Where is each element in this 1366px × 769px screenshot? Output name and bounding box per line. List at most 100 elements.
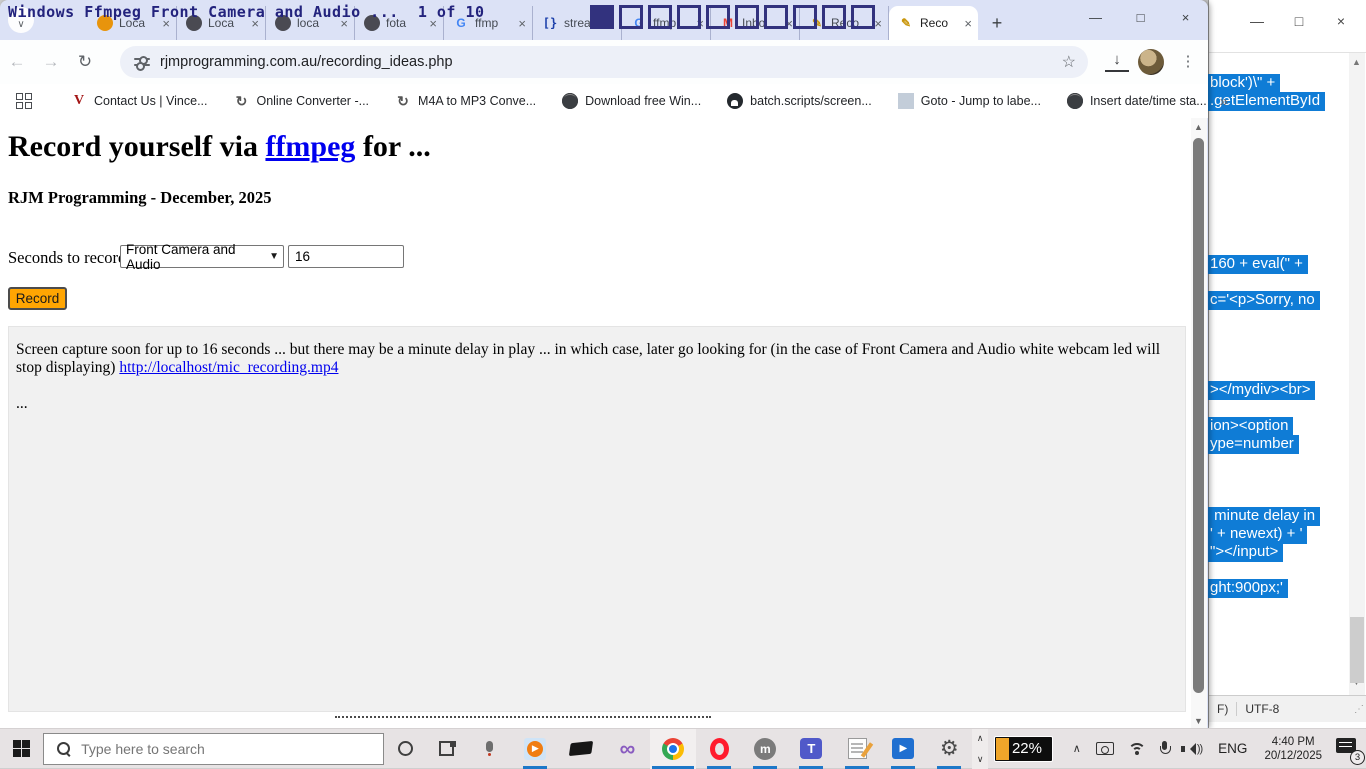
apps-grid-icon[interactable]: [16, 93, 32, 109]
time-text: 4:40 PM: [1272, 736, 1315, 748]
system-tray: ∧ )) ENG 4:40 PM 20/12/2025 3: [1065, 729, 1366, 769]
selected-code-fragment: ght:900px;': [1208, 579, 1288, 598]
task-view-button[interactable]: [427, 729, 466, 769]
tab-close-icon[interactable]: ×: [964, 16, 972, 31]
teams-icon: T: [800, 738, 822, 759]
editor-divider: [1209, 52, 1366, 53]
taskbar-search[interactable]: [43, 733, 384, 765]
seconds-input[interactable]: [288, 245, 404, 268]
browser-window: ∨ Loca×Loca×loca×fota×Gffmp×[}strea×Gffm…: [0, 0, 1208, 728]
forward-icon[interactable]: →: [34, 45, 68, 79]
pencil-icon: ✎: [898, 15, 914, 31]
page-scrollbar[interactable]: ▲ ▼: [1191, 118, 1207, 728]
search-input[interactable]: [81, 741, 361, 757]
bookmark-item[interactable]: Insert date/time sta...: [1067, 93, 1207, 109]
progress-square-empty: [677, 5, 701, 29]
browser-tab[interactable]: ✎Reco×: [889, 6, 978, 40]
taskbar-app-notepad[interactable]: [834, 729, 880, 769]
bookmark-label: Goto - Jump to labe...: [921, 94, 1041, 108]
taskbar-app-black-app[interactable]: [558, 729, 604, 769]
microphone-icon[interactable]: [1160, 741, 1170, 757]
reload-icon[interactable]: ↻: [68, 45, 102, 79]
selected-code-fragment: minute delay in: [1208, 507, 1320, 526]
tab-close-icon[interactable]: ×: [518, 16, 526, 31]
bookmark-item[interactable]: V Contact Us | Vince...: [71, 93, 207, 109]
taskbar-app-mumble[interactable]: m: [742, 729, 788, 769]
taskbar-app-opera[interactable]: [696, 729, 742, 769]
chevron-down-icon: ∨: [977, 754, 984, 765]
progress-square-empty: [706, 5, 730, 29]
bookmark-item[interactable]: Goto - Jump to labe...: [898, 93, 1041, 109]
capture-progress-squares: [590, 5, 875, 29]
clock[interactable]: 4:40 PM 20/12/2025: [1264, 735, 1322, 763]
taskbar-app-chrome[interactable]: [650, 729, 696, 769]
editor-scrollbar[interactable]: ▲ ▼: [1349, 53, 1365, 695]
taskbar-app-voice-recorder[interactable]: [466, 729, 512, 769]
tab-close-icon[interactable]: ×: [874, 16, 882, 31]
date-text: 20/12/2025: [1264, 750, 1322, 762]
bookmark-item[interactable]: batch.scripts/screen...: [727, 93, 872, 109]
address-bar[interactable]: rjmprogramming.com.au/recording_ideas.ph…: [120, 46, 1088, 78]
taskbar-app-media-player[interactable]: ▶: [512, 729, 558, 769]
cast-icon[interactable]: [1096, 742, 1114, 755]
notification-center-button[interactable]: 3: [1330, 729, 1366, 769]
scroll-down-icon[interactable]: ▼: [1194, 716, 1203, 726]
language-indicator[interactable]: ENG: [1218, 741, 1247, 756]
hidden-icons-chevron-icon[interactable]: ∧: [1073, 742, 1081, 755]
editor-close-button[interactable]: ×: [1320, 8, 1362, 34]
taskbar: ▶ ∞ m T ▶ ⚙ ∧∨ 22% ∧ )) ENG 4:40 PM20/12…: [0, 728, 1366, 768]
scroll-up-icon[interactable]: ▲: [1352, 57, 1361, 67]
result-panel: Screen capture soon for up to 16 seconds…: [8, 326, 1186, 712]
back-icon[interactable]: ←: [0, 45, 34, 79]
selected-code-fragment: "></input>: [1208, 543, 1283, 562]
movies-tv-icon: ▶: [892, 738, 914, 759]
seconds-label: Seconds to record: [8, 248, 126, 270]
profile-avatar[interactable]: [1138, 49, 1164, 75]
downloads-icon[interactable]: ↓: [1105, 50, 1129, 72]
progress-square-empty: [735, 5, 759, 29]
taskbar-app-teams[interactable]: T: [788, 729, 834, 769]
browser-close-button[interactable]: ×: [1163, 0, 1208, 34]
progress-square-filled: [590, 5, 614, 29]
bookmark-item[interactable]: ↻Online Converter -...: [233, 93, 369, 109]
editor-scrollbar-thumb[interactable]: [1350, 617, 1364, 683]
speaker-icon[interactable]: )): [1184, 743, 1202, 755]
taskbar-scroll-arrows[interactable]: ∧∨: [972, 729, 988, 769]
resize-grip-icon[interactable]: ⋰: [1354, 704, 1366, 715]
bookmark-item[interactable]: ↻M4A to MP3 Conve...: [395, 93, 536, 109]
mode-select[interactable]: Front Camera and Audio ▼: [120, 245, 284, 268]
browser-menu-icon[interactable]: ⋮: [1178, 49, 1198, 75]
page-scrollbar-thumb[interactable]: [1193, 138, 1204, 693]
taskbar-app-movies-tv[interactable]: ▶: [880, 729, 926, 769]
record-button[interactable]: Record: [8, 287, 67, 310]
bookmark-label: Insert date/time sta...: [1090, 94, 1207, 108]
taskbar-app-visual-studio[interactable]: ∞: [604, 729, 650, 769]
bookmark-item[interactable]: Download free Win...: [562, 93, 701, 109]
wifi-icon[interactable]: [1128, 743, 1146, 755]
task-view-icon: [439, 741, 454, 756]
bookmark-label: Online Converter -...: [256, 94, 369, 108]
editor-minimize-button[interactable]: —: [1236, 8, 1278, 34]
ffmpeg-link[interactable]: ffmpeg: [265, 130, 355, 163]
github-icon: [727, 93, 743, 109]
cortana-button[interactable]: [384, 729, 427, 769]
chevron-up-icon: ∧: [977, 733, 984, 744]
browser-maximize-button[interactable]: □: [1118, 0, 1163, 34]
bookmark-label: M4A to MP3 Conve...: [418, 94, 536, 108]
new-tab-button[interactable]: +: [984, 10, 1010, 36]
scroll-up-icon[interactable]: ▲: [1194, 122, 1203, 132]
bookmark-star-icon[interactable]: ☆: [1062, 52, 1076, 72]
url-text[interactable]: rjmprogramming.com.au/recording_ideas.ph…: [160, 54, 453, 70]
page-title: Record yourself via ffmpeg for ...: [8, 130, 431, 164]
globe-icon: [1067, 93, 1083, 109]
editor-maximize-button[interactable]: □: [1278, 8, 1320, 34]
browser-minimize-button[interactable]: —: [1073, 0, 1118, 34]
site-settings-icon[interactable]: [134, 56, 150, 68]
bookmarks-overflow-icon[interactable]: »: [1220, 93, 1228, 110]
start-button[interactable]: [0, 729, 43, 769]
taskbar-app-settings[interactable]: ⚙: [926, 729, 972, 769]
v-red-icon: V: [71, 93, 87, 109]
bookmark-label: Contact Us | Vince...: [94, 94, 207, 108]
cortana-icon: [398, 741, 413, 756]
recording-link[interactable]: http://localhost/mic_recording.mp4: [119, 359, 338, 376]
